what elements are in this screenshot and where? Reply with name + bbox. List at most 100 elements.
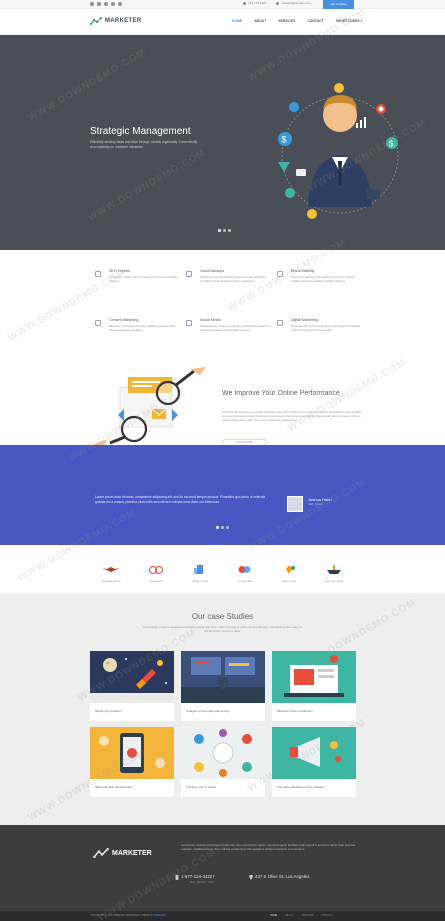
footer-link-home[interactable]: HOME <box>270 914 277 917</box>
contact-info: +01 775 4467 contact@domain.com <box>243 1 311 5</box>
service-title: Social Media <box>200 318 221 322</box>
client-logo[interactable]: SEAN HOPE <box>140 561 172 583</box>
linkedin-icon[interactable] <box>111 2 115 6</box>
email-info[interactable]: contact@domain.com <box>276 1 311 5</box>
bottom-bar: COPYRIGHT © 2016 PREMIUM WORDPRESS THEME… <box>0 911 445 921</box>
facebook-icon[interactable] <box>90 2 94 6</box>
footer-link-services[interactable]: SERVICES <box>301 914 313 917</box>
phone-icon <box>175 875 179 880</box>
case-caption: Thinking only of profits <box>186 785 217 789</box>
client-logo[interactable]: PRIME TOWER <box>184 561 216 583</box>
rss-icon[interactable] <box>118 2 122 6</box>
slider-dot[interactable] <box>223 229 226 232</box>
hero-title: Strategic Management <box>90 126 191 137</box>
client-name: EMPERIAL EAGLE <box>101 581 121 583</box>
card-icon <box>238 566 251 573</box>
nav-contact[interactable]: CONTACT <box>307 19 323 23</box>
testimonial-quote: Lorem ipsum dolor sit amet, consectetur … <box>95 495 266 504</box>
service-title: Digital Marketing <box>291 318 318 322</box>
get-quote-button[interactable]: Get a Quote <box>323 0 354 9</box>
rocket-illustration <box>90 651 174 703</box>
social-links <box>90 2 122 6</box>
svg-text:$: $ <box>389 140 394 149</box>
logo-icon <box>93 848 109 858</box>
improve-section: We Improve Your Online Performance Conve… <box>0 365 445 445</box>
share-icon <box>186 320 192 326</box>
testimonial-section: Lorem ipsum dolor sit amet, consectetur … <box>0 445 445 545</box>
footer-logo-text: MARKETER <box>112 849 152 857</box>
ship-icon <box>327 565 341 574</box>
client-logo[interactable]: EMPERIAL EAGLE <box>95 561 127 583</box>
google-plus-icon[interactable] <box>104 2 108 6</box>
smartphone-illustration <box>90 727 174 779</box>
service-title: SEO Experts <box>109 269 130 273</box>
cases-title: Our case Studies <box>191 612 254 621</box>
case-caption: SEO and Web development <box>95 785 133 789</box>
footer-links: HOME ABOUT SERVICES CONTACT <box>270 914 333 917</box>
copyright: COPYRIGHT © 2016 PREMIUM WORDPRESS THEME… <box>90 914 166 917</box>
client-name: PRIME TOWER <box>192 581 208 583</box>
rings-icon <box>149 566 163 574</box>
service-desc: Seamlessly facilitate gold-based and acc… <box>291 276 356 283</box>
client-name: SEAN HOPE <box>149 581 163 583</box>
footer-link-contact[interactable]: CONTACT <box>321 914 332 917</box>
light-icon <box>286 565 295 574</box>
slider-dot[interactable] <box>218 229 221 232</box>
footer-text: Assertively architect leveraged platform… <box>181 843 356 852</box>
tag-icon <box>95 271 101 277</box>
chevron-down-icon: ▾ <box>360 19 363 23</box>
cloud-icon <box>186 271 192 277</box>
businessman-illustration: $ $ <box>278 83 399 219</box>
client-name: FRESH LIGHT <box>281 581 297 583</box>
case-studies-section: Our case Studies Conveniently monetize r… <box>0 593 445 825</box>
footer-address: 437 S Olive St, Los Angeles <box>255 874 310 879</box>
service-title: Cloud Backups <box>200 269 225 273</box>
improve-title: We Improve Your Online Performance <box>222 390 340 397</box>
document-icon <box>95 320 101 326</box>
slider-dot[interactable] <box>228 229 231 232</box>
main-nav: HOME ABOUT SERVICES CONTACT SHORTCODES ▾ <box>232 19 362 23</box>
hero-slider: Strategic Management Efficiently develop… <box>0 35 445 250</box>
logo[interactable]: MARKETER <box>90 17 141 25</box>
service-desc: Efficiently incentivize technically scal… <box>109 325 176 332</box>
case-card[interactable]: The main objectives of the marketer <box>272 727 356 797</box>
client-logo[interactable]: FRESH LIGHT <box>273 561 305 583</box>
case-card[interactable]: SEO and Web development <box>90 727 174 797</box>
case-card[interactable]: Analysis of the enterprise activity <box>181 651 265 721</box>
cases-text: Conveniently monetize reengineered solut… <box>143 626 302 633</box>
network-illustration <box>181 727 265 779</box>
case-card[interactable]: Thinking only of profits <box>181 727 265 797</box>
logo-icon <box>90 17 102 25</box>
page: +01 775 4467 contact@domain.com Get a Qu… <box>0 0 445 921</box>
nav-shortcodes[interactable]: SHORTCODES ▾ <box>336 19 363 23</box>
copyright-brand-link[interactable]: PREMIUM <box>154 914 165 917</box>
improve-text: Conveniently enhance eco-power methods r… <box>222 410 362 422</box>
footer: MARKETER Assertively architect leveraged… <box>0 825 445 911</box>
client-logo[interactable]: SHIP SOLUTIONS <box>318 561 350 583</box>
slider-dot[interactable] <box>216 526 219 529</box>
eye-icon <box>277 271 283 277</box>
nav-shortcodes-label: SHORTCODES <box>335 19 360 23</box>
case-card[interactable]: Solving the problem <box>90 651 174 721</box>
logo-text: MARKETER <box>105 18 142 24</box>
hero-slider-dots <box>218 229 231 232</box>
footer-phone-hours: Mon - Sat 8 am - 6 pm <box>190 881 214 884</box>
footer-logo[interactable]: MARKETER <box>93 848 152 858</box>
client-name: SCORE CARD <box>237 581 253 583</box>
footer-phone: 1-677-124-44227 <box>181 874 215 879</box>
twitter-icon[interactable] <box>97 2 101 6</box>
header: MARKETER HOME ABOUT SERVICES CONTACT SHO… <box>0 9 445 35</box>
nav-home[interactable]: HOME <box>232 19 242 23</box>
client-logo[interactable]: SCORE CARD <box>229 561 261 583</box>
chart-icon <box>277 320 283 326</box>
slider-dot[interactable] <box>226 526 229 529</box>
nav-services[interactable]: SERVICES <box>278 19 295 23</box>
nav-about[interactable]: ABOUT <box>254 19 266 23</box>
phone-text: +01 775 4467 <box>248 1 267 5</box>
footer-link-about[interactable]: ABOUT <box>285 914 293 917</box>
slider-dot[interactable] <box>221 526 224 529</box>
copyright-text: COPYRIGHT © 2016 PREMIUM WORDPRESS THEME… <box>90 914 154 917</box>
case-card[interactable]: Methods of the recruitment <box>272 651 356 721</box>
service-desc: Objectively cultivate effective action i… <box>200 276 266 283</box>
email-text[interactable]: contact@domain.com <box>281 1 310 5</box>
